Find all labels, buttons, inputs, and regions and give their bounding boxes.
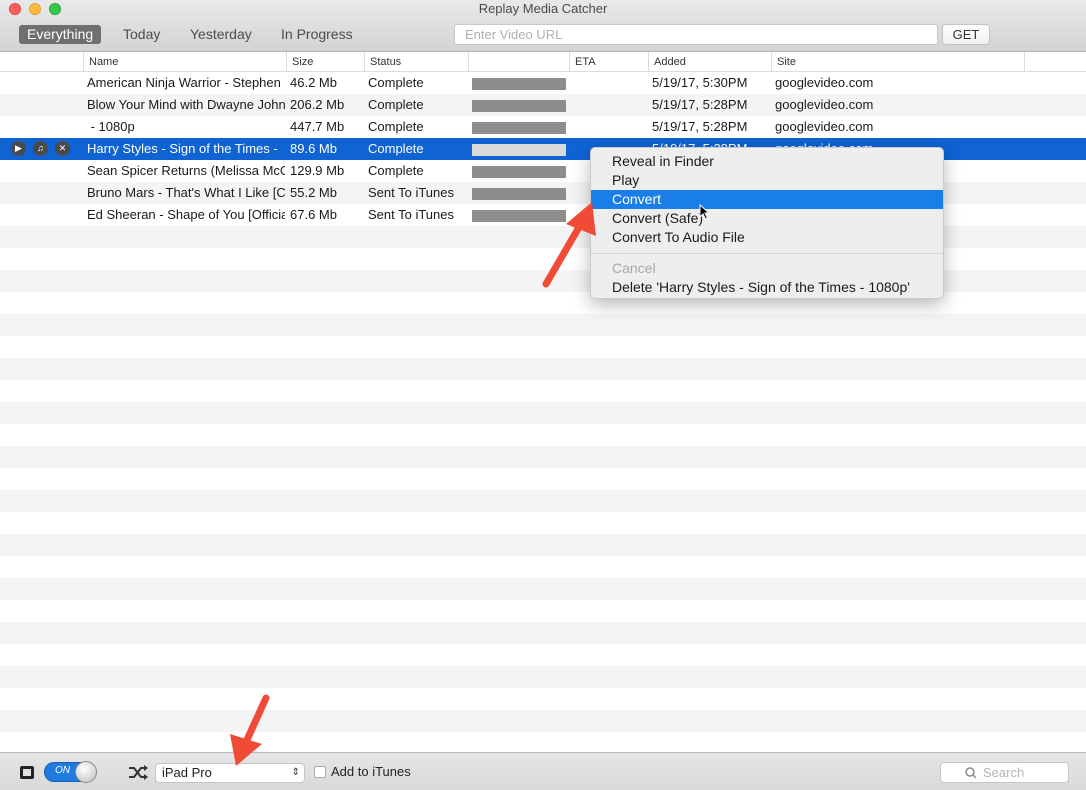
tab-today[interactable]: Today xyxy=(115,25,168,44)
row-site: googlevideo.com xyxy=(775,119,874,134)
title-bar: Replay Media Catcher Everything Today Ye… xyxy=(0,0,1086,52)
bottom-toolbar: ON iPad Pro ⇕ Add to iTunes Search xyxy=(0,752,1086,790)
row-name: Blow Your Mind with Dwayne John xyxy=(87,97,285,112)
table-row[interactable]: American Ninja Warrior - Stephen 46.2 Mb… xyxy=(0,72,1086,94)
row-status: Complete xyxy=(368,75,424,90)
row-status: Complete xyxy=(368,141,424,156)
row-progress-bar xyxy=(472,144,566,156)
column-header-site[interactable]: Site xyxy=(771,52,1024,72)
device-profile-value: iPad Pro xyxy=(162,765,212,780)
column-header-filler xyxy=(1024,52,1086,72)
search-input[interactable]: Search xyxy=(940,762,1069,783)
row-name: American Ninja Warrior - Stephen xyxy=(87,75,281,90)
video-url-input[interactable] xyxy=(454,24,938,45)
column-header-added[interactable]: Added xyxy=(648,52,771,72)
row-progress-bar xyxy=(472,78,566,90)
row-size: 55.2 Mb xyxy=(290,185,337,200)
row-added: 5/19/17, 5:30PM xyxy=(652,75,748,90)
row-name: Sean Spicer Returns (Melissa McCa xyxy=(87,163,285,178)
row-size: 67.6 Mb xyxy=(290,207,337,222)
row-size: 89.6 Mb xyxy=(290,141,337,156)
row-status: Complete xyxy=(368,119,424,134)
add-to-itunes-label: Add to iTunes xyxy=(331,764,411,779)
search-placeholder: Search xyxy=(983,765,1025,780)
row-name: Ed Sheeran - Shape of You [Officia xyxy=(87,207,285,222)
menu-separator xyxy=(591,253,943,254)
row-name: Harry Styles - Sign of the Times - xyxy=(87,141,278,156)
device-icon[interactable] xyxy=(19,765,35,780)
row-site: googlevideo.com xyxy=(775,75,874,90)
row-progress-bar xyxy=(472,166,566,178)
annotation-arrow-icon xyxy=(542,202,596,288)
table-header: Name Size Status ETA Added Site xyxy=(0,52,1086,72)
menu-item-delete[interactable]: Delete 'Harry Styles - Sign of the Times… xyxy=(591,278,943,297)
chevron-up-down-icon: ⇕ xyxy=(291,767,300,778)
search-icon xyxy=(965,767,977,779)
row-progress-bar xyxy=(472,100,566,112)
column-header-progress[interactable] xyxy=(468,52,569,72)
row-status: Complete xyxy=(368,97,424,112)
column-header-name[interactable]: Name xyxy=(83,52,286,72)
row-progress-bar xyxy=(472,122,566,134)
music-note-icon[interactable]: ♫ xyxy=(33,141,48,156)
menu-item-convert-to-audio[interactable]: Convert To Audio File xyxy=(591,228,943,247)
menu-item-convert-safe[interactable]: Convert (Safe) xyxy=(591,209,943,228)
row-status: Complete xyxy=(368,163,424,178)
row-added: 5/19/17, 5:28PM xyxy=(652,97,748,112)
annotation-arrow-icon xyxy=(230,694,270,766)
column-header-eta[interactable]: ETA xyxy=(569,52,648,72)
menu-item-play[interactable]: Play xyxy=(591,171,943,190)
window-title: Replay Media Catcher xyxy=(478,1,608,16)
row-name: Bruno Mars - That's What I Like [C xyxy=(87,185,285,200)
play-icon[interactable]: ▶ xyxy=(11,141,26,156)
toggle-knob xyxy=(75,761,97,783)
row-added: 5/19/17, 5:28PM xyxy=(652,119,748,134)
row-site: googlevideo.com xyxy=(775,97,874,112)
table-row[interactable]: - 1080p 447.7 Mb Complete 5/19/17, 5:28P… xyxy=(0,116,1086,138)
row-status: Sent To iTunes xyxy=(368,185,454,200)
row-size: 129.9 Mb xyxy=(290,163,345,178)
row-size: 46.2 Mb xyxy=(290,75,337,90)
close-icon[interactable]: ✕ xyxy=(55,141,70,156)
row-progress-bar xyxy=(472,188,566,200)
capture-toggle[interactable]: ON xyxy=(44,761,97,783)
mouse-pointer-icon xyxy=(699,204,711,220)
column-header-status[interactable]: Status xyxy=(364,52,468,72)
context-menu: Reveal in Finder Play Convert Convert (S… xyxy=(590,147,944,299)
tab-in-progress[interactable]: In Progress xyxy=(273,25,361,44)
table-row[interactable]: Blow Your Mind with Dwayne John 206.2 Mb… xyxy=(0,94,1086,116)
tab-everything[interactable]: Everything xyxy=(19,25,102,44)
row-name: - 1080p xyxy=(87,119,135,134)
menu-item-cancel: Cancel xyxy=(612,260,656,276)
add-to-itunes-checkbox[interactable] xyxy=(314,766,326,778)
row-status: Sent To iTunes xyxy=(368,207,454,222)
menu-item-convert[interactable]: Convert xyxy=(591,190,943,209)
toggle-label: ON xyxy=(55,765,70,776)
tab-yesterday[interactable]: Yesterday xyxy=(182,25,260,44)
row-size: 206.2 Mb xyxy=(290,97,345,112)
row-size: 447.7 Mb xyxy=(290,119,345,134)
get-button[interactable]: GET xyxy=(942,24,990,45)
menu-item-reveal-in-finder[interactable]: Reveal in Finder xyxy=(591,152,943,171)
column-header-size[interactable]: Size xyxy=(286,52,364,72)
shuffle-convert-icon[interactable] xyxy=(128,765,148,780)
